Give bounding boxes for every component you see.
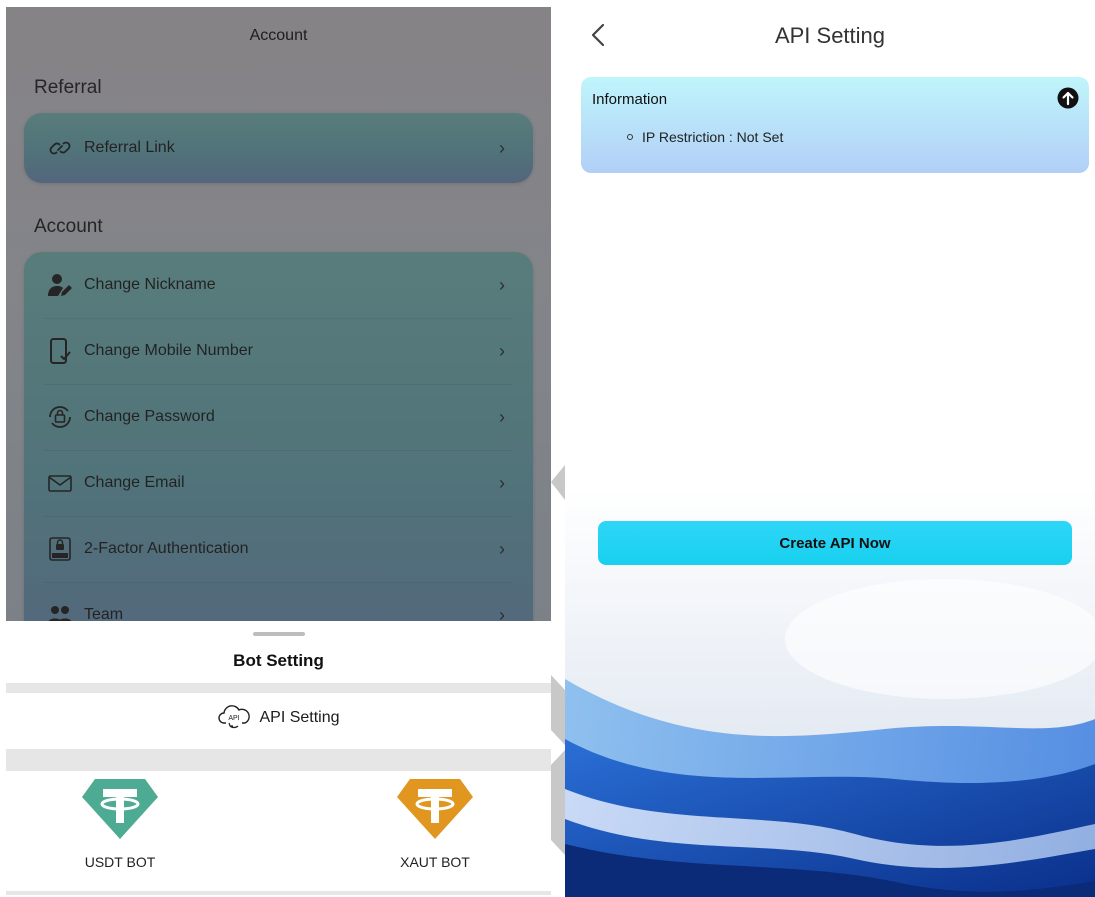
sheet-drag-handle[interactable] <box>253 632 305 636</box>
app-bar: API Setting <box>565 7 1095 63</box>
sheet-title: Bot Setting <box>233 651 324 670</box>
sheet-divider <box>6 749 551 771</box>
sheet-divider <box>6 683 551 693</box>
change-nickname-row[interactable]: Change Nickname › <box>24 252 533 318</box>
team-label: Team <box>84 606 124 621</box>
chevron-right-icon: › <box>499 604 505 622</box>
arrow-up-circle-icon[interactable] <box>1057 87 1079 109</box>
create-api-button[interactable]: Create API Now <box>598 521 1072 565</box>
referral-link-label: Referral Link <box>84 139 175 156</box>
chevron-right-icon: › <box>499 472 505 493</box>
account-screen: Account Referral Referral Link › Account… <box>6 7 551 621</box>
xaut-bot-button[interactable]: XAUT BOT <box>355 777 515 870</box>
chevron-right-icon: › <box>499 538 505 559</box>
two-factor-label: 2-Factor Authentication <box>84 540 249 557</box>
usdt-bot-button[interactable]: USDT BOT <box>40 777 200 870</box>
right-phone-screen: API Setting Information IP Restriction :… <box>565 7 1095 897</box>
link-icon <box>46 134 74 162</box>
ip-restriction-item: IP Restriction : Not Set <box>627 129 783 145</box>
change-mobile-row[interactable]: Change Mobile Number › <box>24 318 533 384</box>
api-setting-option[interactable]: API API Setting <box>6 693 551 743</box>
referral-card: Referral Link › <box>24 113 533 183</box>
api-setting-label: API Setting <box>259 709 340 726</box>
referral-link-row[interactable]: Referral Link › <box>24 113 533 183</box>
screen-divider <box>551 0 565 897</box>
usdt-bot-label: USDT BOT <box>84 854 156 870</box>
change-password-row[interactable]: Change Password › <box>24 384 533 450</box>
change-email-label: Change Email <box>84 474 185 491</box>
cloud-api-icon: API <box>217 702 251 735</box>
sheet-divider <box>6 891 551 895</box>
bullet-icon <box>627 134 633 140</box>
two-factor-icon <box>46 535 74 563</box>
user-edit-icon <box>46 271 74 299</box>
change-email-row[interactable]: Change Email › <box>24 450 533 516</box>
xaut-bot-label: XAUT BOT <box>400 854 470 870</box>
two-factor-row[interactable]: 2-Factor Authentication › <box>24 516 533 582</box>
bot-setting-sheet: Bot Setting API API Setting USDT BOT XAU… <box>6 621 551 895</box>
left-phone-screen: Account Referral Referral Link › Account… <box>6 7 551 895</box>
change-mobile-label: Change Mobile Number <box>84 342 253 359</box>
chevron-right-icon: › <box>499 137 505 158</box>
envelope-icon <box>46 469 74 497</box>
change-password-label: Change Password <box>84 408 215 425</box>
chevron-right-icon: › <box>499 340 505 361</box>
team-row[interactable]: Team › <box>24 582 533 621</box>
lock-refresh-icon <box>46 403 74 431</box>
team-icon <box>46 601 74 621</box>
api-icon-text: API <box>229 715 240 722</box>
information-title: Information <box>592 91 668 108</box>
chevron-right-icon: › <box>499 406 505 427</box>
account-settings-card: Change Nickname › Change Mobile Number ›… <box>24 252 533 621</box>
account-section-title: Account <box>34 216 103 237</box>
account-page-title: Account <box>249 27 308 44</box>
referral-section-title: Referral <box>34 77 102 98</box>
tether-gold-icon <box>396 779 474 845</box>
tether-green-icon <box>81 779 159 845</box>
information-panel: Information IP Restriction : Not Set <box>581 77 1089 173</box>
page-title: API Setting <box>774 23 886 48</box>
mobile-check-icon <box>46 337 74 365</box>
ip-restriction-text: IP Restriction : Not Set <box>642 129 784 145</box>
change-nickname-label: Change Nickname <box>84 276 216 293</box>
chevron-right-icon: › <box>499 274 505 295</box>
